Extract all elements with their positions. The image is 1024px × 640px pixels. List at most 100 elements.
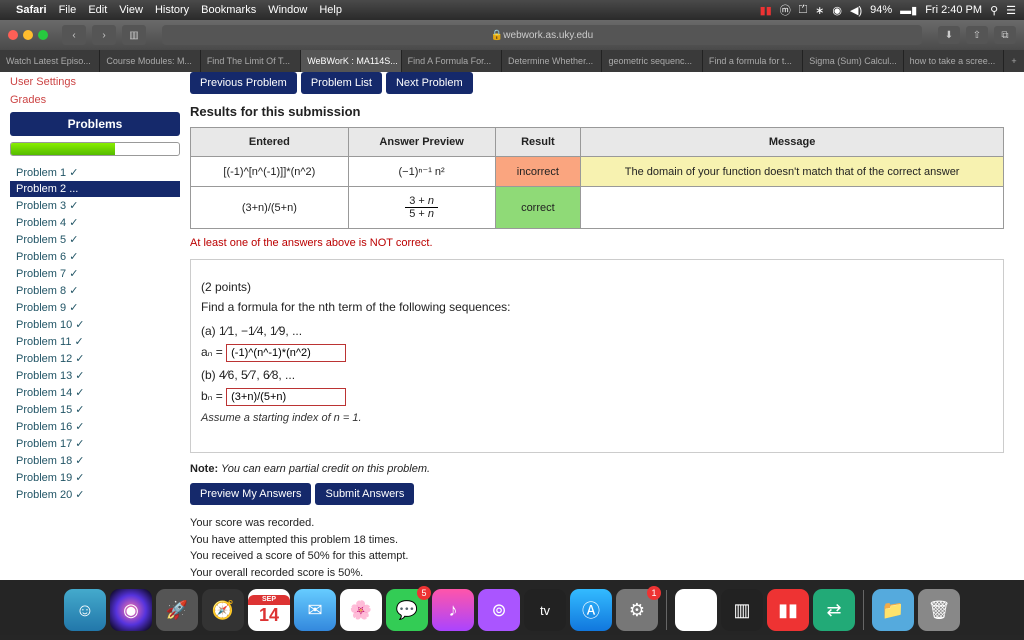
sidebar-problem-3[interactable]: Problem 3 ✓: [10, 197, 180, 214]
url-bar[interactable]: 🔒 webwork.as.uky.edu: [162, 25, 922, 45]
dock-mail[interactable]: ✉: [294, 589, 336, 631]
battery-icon[interactable]: ▬▮: [900, 4, 917, 17]
sidebar-problem-11[interactable]: Problem 11 ✓: [10, 333, 180, 350]
sidebar-button[interactable]: ▥: [122, 25, 146, 45]
menu-bookmarks[interactable]: Bookmarks: [201, 4, 256, 16]
sidebar-problem-6[interactable]: Problem 6 ✓: [10, 248, 180, 265]
share-button[interactable]: ⇧: [966, 26, 988, 44]
tab-7[interactable]: Find a formula for t...: [703, 50, 803, 72]
dock-siri[interactable]: ◉: [110, 589, 152, 631]
nav-btn-row: Previous Problem Problem List Next Probl…: [190, 72, 1004, 94]
tab-9[interactable]: how to take a scree...: [904, 50, 1004, 72]
dock-app2[interactable]: ▥: [721, 589, 763, 631]
tab-6[interactable]: geometric sequenc...: [602, 50, 702, 72]
sidebar-problem-14[interactable]: Problem 14 ✓: [10, 384, 180, 401]
input-an[interactable]: [226, 344, 346, 362]
tab-0[interactable]: Watch Latest Episo...: [0, 50, 100, 72]
battery-pct[interactable]: 94%: [870, 4, 892, 16]
status-icon[interactable]: ▮▮: [760, 4, 772, 17]
grades-link[interactable]: Grades: [10, 94, 180, 106]
dock-photos[interactable]: 🌸: [340, 589, 382, 631]
tab-8[interactable]: Sigma (Sum) Calcul...: [803, 50, 903, 72]
menu-history[interactable]: History: [155, 4, 189, 16]
tabs-button[interactable]: ⧉: [994, 26, 1016, 44]
dock-settings[interactable]: ⚙1: [616, 589, 658, 631]
sidebar-problem-9[interactable]: Problem 9 ✓: [10, 299, 180, 316]
menu-view[interactable]: View: [119, 4, 143, 16]
display-icon[interactable]: ⏍: [799, 4, 807, 17]
dock-podcasts[interactable]: ⊚: [478, 589, 520, 631]
sidebar-problem-2[interactable]: Problem 2 ...: [10, 181, 180, 197]
input-bn[interactable]: [226, 388, 346, 406]
sidebar-problem-16[interactable]: Problem 16 ✓: [10, 418, 180, 435]
sidebar-problem-18[interactable]: Problem 18 ✓: [10, 452, 180, 469]
input-row-a: aₙ =: [201, 344, 993, 362]
a-label: aₙ =: [201, 345, 223, 359]
dock-safari[interactable]: 🧭: [202, 589, 244, 631]
volume-icon[interactable]: ◀): [850, 4, 862, 17]
sidebar-problem-20[interactable]: Problem 20 ✓: [10, 486, 180, 503]
download-button[interactable]: ⬇: [938, 26, 960, 44]
tab-2[interactable]: Find The Limit Of T...: [201, 50, 301, 72]
r2-preview: 3 + n5 + n: [348, 187, 495, 229]
tab-3[interactable]: WeBWorK : MA114S...: [301, 50, 401, 72]
tab-5[interactable]: Determine Whether...: [502, 50, 602, 72]
menu-edit[interactable]: Edit: [88, 4, 107, 16]
next-problem-button[interactable]: Next Problem: [386, 72, 473, 94]
sidebar-problem-1[interactable]: Problem 1 ✓: [10, 164, 180, 181]
preview-answers-button[interactable]: Preview My Answers: [190, 483, 311, 505]
tab-1[interactable]: Course Modules: M...: [100, 50, 200, 72]
seq-b: (b) 4⁄6, 5⁄7, 6⁄8, ...: [201, 368, 993, 382]
r1-preview: (−1)ⁿ⁻¹ n²: [348, 157, 495, 187]
dock-trash[interactable]: 🗑: [918, 589, 960, 631]
dock-finder[interactable]: ☺: [64, 589, 106, 631]
prev-problem-button[interactable]: Previous Problem: [190, 72, 297, 94]
tab-4[interactable]: Find A Formula For...: [402, 50, 502, 72]
sidebar-problem-5[interactable]: Problem 5 ✓: [10, 231, 180, 248]
problems-header[interactable]: Problems: [10, 112, 180, 136]
sidebar-problem-7[interactable]: Problem 7 ✓: [10, 265, 180, 282]
forward-button[interactable]: ›: [92, 25, 116, 45]
points-label: (2 points): [201, 280, 993, 294]
dock-itunes[interactable]: ♪: [432, 589, 474, 631]
window-controls[interactable]: [8, 30, 48, 40]
new-tab-button[interactable]: +: [1004, 50, 1024, 72]
dock-calendar[interactable]: SEP14: [248, 589, 290, 631]
sidebar-problem-17[interactable]: Problem 17 ✓: [10, 435, 180, 452]
dock-app3[interactable]: ▮▮: [767, 589, 809, 631]
dock-launchpad[interactable]: 🚀: [156, 589, 198, 631]
dock-tv[interactable]: tv: [524, 589, 566, 631]
r2-entered: (3+n)/(5+n): [191, 187, 349, 229]
sidebar-problem-19[interactable]: Problem 19 ✓: [10, 469, 180, 486]
wifi-icon[interactable]: ◉: [832, 4, 842, 17]
assume-text: Assume a starting index of n = 1.: [201, 412, 993, 424]
bluetooth-icon[interactable]: ∗: [815, 4, 824, 17]
r2-result: correct: [495, 187, 581, 229]
menu-help[interactable]: Help: [319, 4, 342, 16]
submit-answers-button[interactable]: Submit Answers: [315, 483, 414, 505]
sidebar-problem-4[interactable]: Problem 4 ✓: [10, 214, 180, 231]
back-button[interactable]: ‹: [62, 25, 86, 45]
clock[interactable]: Fri 2:40 PM: [925, 4, 982, 16]
dock-app4[interactable]: ⇄: [813, 589, 855, 631]
dock-messages[interactable]: 💬5: [386, 589, 428, 631]
sidebar-problem-8[interactable]: Problem 8 ✓: [10, 282, 180, 299]
m-icon[interactable]: ⓜ: [780, 2, 791, 18]
dock-chrome[interactable]: ◯: [675, 589, 717, 631]
dock-appstore[interactable]: Ⓐ: [570, 589, 612, 631]
user-settings-link[interactable]: User Settings: [10, 76, 180, 88]
th-result: Result: [495, 128, 581, 157]
sidebar-problem-13[interactable]: Problem 13 ✓: [10, 367, 180, 384]
spotlight-icon[interactable]: ⚲: [990, 4, 998, 17]
menu-window[interactable]: Window: [268, 4, 307, 16]
control-icon[interactable]: ☰: [1006, 4, 1016, 17]
sidebar-problem-12[interactable]: Problem 12 ✓: [10, 350, 180, 367]
menu-file[interactable]: File: [59, 4, 77, 16]
sidebar-problem-10[interactable]: Problem 10 ✓: [10, 316, 180, 333]
dock-downloads[interactable]: 📁: [872, 589, 914, 631]
problem-list-button[interactable]: Problem List: [301, 72, 382, 94]
app-name[interactable]: Safari: [16, 4, 47, 16]
sidebar-problem-15[interactable]: Problem 15 ✓: [10, 401, 180, 418]
submit-row: Preview My Answers Submit Answers: [190, 483, 1004, 505]
th-entered: Entered: [191, 128, 349, 157]
